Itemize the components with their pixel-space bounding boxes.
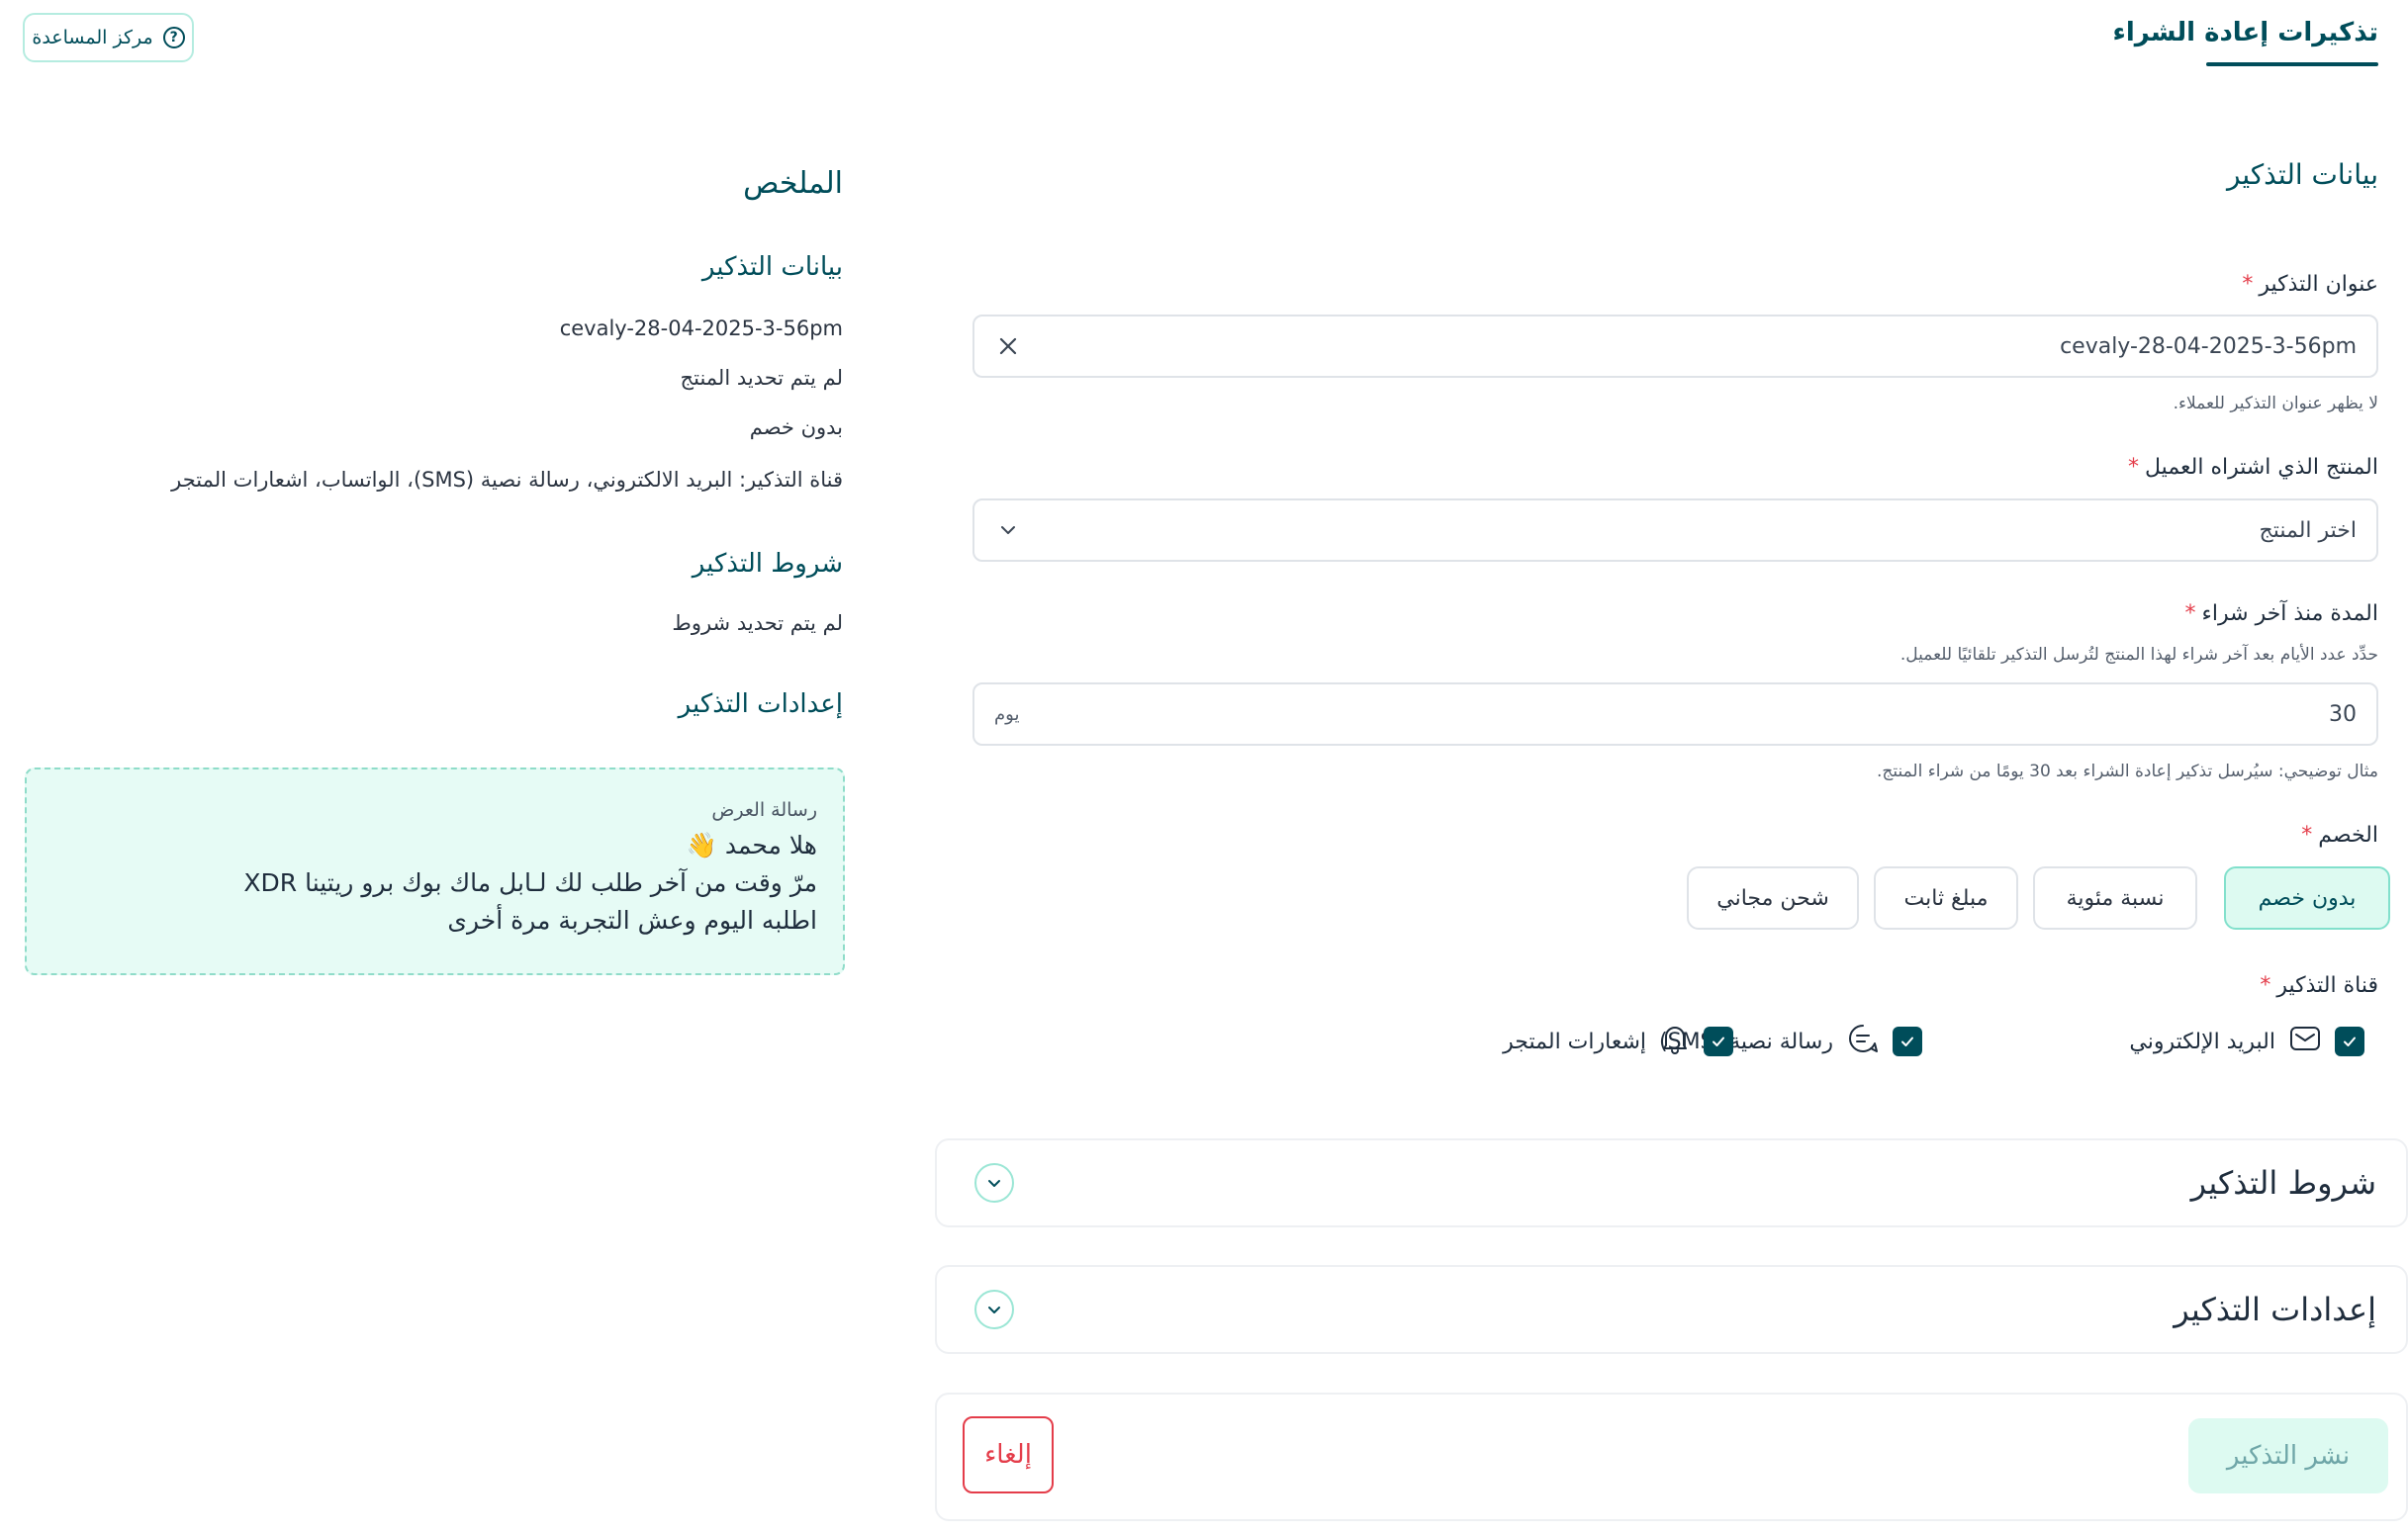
reminder-title-value: cevaly-28-04-2025-3-56pm bbox=[2060, 333, 2357, 359]
summary-reminder-title: cevaly-28-04-2025-3-56pm bbox=[559, 316, 843, 340]
discount-option-percentage[interactable]: نسبة مئوية bbox=[2033, 866, 2197, 930]
checkbox-checked-icon[interactable] bbox=[1704, 1027, 1733, 1056]
settings-accordion-title: إعدادات التذكير bbox=[2174, 1291, 2376, 1328]
chevron-down-icon bbox=[994, 516, 1022, 544]
period-input[interactable]: 30 يوم bbox=[972, 682, 2378, 746]
reminder-title-input[interactable]: cevaly-28-04-2025-3-56pm bbox=[972, 315, 2378, 378]
discount-label: الخصم* bbox=[2301, 823, 2378, 848]
chevron-down-icon[interactable] bbox=[974, 1290, 1014, 1329]
help-circle-icon: ? bbox=[162, 27, 185, 48]
message-preview-line: هلا محمد 👋 bbox=[686, 831, 817, 859]
summary-discount: بدون خصم bbox=[749, 415, 843, 439]
channel-email-label: البريد الإلكتروني bbox=[2129, 1029, 2275, 1054]
product-label: المنتج الذي اشتراه العميل* bbox=[2128, 455, 2378, 480]
chevron-down-icon[interactable] bbox=[974, 1163, 1014, 1203]
message-preview-line: اطلبه اليوم وعش التجربة مرة أخرى bbox=[447, 906, 817, 935]
bell-icon bbox=[1660, 1023, 1690, 1060]
reminder-title-hint: لا يظهر عنوان التذكير للعملاء. bbox=[2173, 394, 2378, 413]
form-footer: نشر التذكير إلغاء bbox=[935, 1393, 2408, 1521]
summary-conditions-text: لم يتم تحديد شروط bbox=[672, 611, 843, 635]
page-title: تذكيرات إعادة الشراء bbox=[2112, 18, 2378, 47]
channel-option-email[interactable]: البريد الإلكتروني bbox=[2129, 1024, 2364, 1059]
message-preview-label: رسالة العرض bbox=[711, 799, 817, 821]
checkbox-checked-icon[interactable] bbox=[2335, 1027, 2364, 1056]
checkbox-checked-icon[interactable] bbox=[1893, 1027, 1922, 1056]
discount-option-fixed-amount[interactable]: مبلغ ثابت bbox=[1874, 866, 2018, 930]
summary-channel: قناة التذكير: البريد الالكتروني، رسالة ن… bbox=[171, 468, 843, 492]
channel-option-store-notifications[interactable]: إشعارات المتجر bbox=[1503, 1024, 1733, 1059]
summary-data-heading: بيانات التذكير bbox=[701, 252, 843, 282]
clear-icon[interactable] bbox=[994, 332, 1022, 360]
settings-accordion[interactable]: إعدادات التذكير bbox=[935, 1265, 2408, 1354]
message-preview: رسالة العرض هلا محمد 👋 مرّ وقت من آخر طل… bbox=[25, 768, 845, 975]
period-unit: يوم bbox=[994, 703, 1020, 725]
active-tab-indicator bbox=[2206, 62, 2378, 66]
chat-icon bbox=[1847, 1023, 1879, 1060]
conditions-accordion[interactable]: شروط التذكير bbox=[935, 1138, 2408, 1227]
product-select[interactable]: اختر المنتج bbox=[972, 498, 2378, 562]
conditions-accordion-title: شروط التذكير bbox=[2190, 1164, 2376, 1202]
period-label: المدة منذ آخر شراء* bbox=[2184, 601, 2378, 626]
publish-reminder-button[interactable]: نشر التذكير bbox=[2188, 1418, 2388, 1493]
summary-product: لم يتم تحديد المنتج bbox=[680, 366, 843, 390]
form-section-title: بيانات التذكير bbox=[2226, 158, 2378, 191]
reminder-title-label: عنوان التذكير* bbox=[2242, 272, 2378, 297]
cancel-button[interactable]: إلغاء bbox=[963, 1416, 1054, 1493]
product-placeholder: اختر المنتج bbox=[2259, 517, 2358, 543]
channel-store-notifications-label: إشعارات المتجر bbox=[1503, 1029, 1646, 1054]
period-example: مثال توضيحي: سيُرسل تذكير إعادة الشراء ب… bbox=[1876, 762, 2378, 781]
help-center-label: مركز المساعدة bbox=[32, 27, 153, 48]
discount-option-free-shipping[interactable]: شحن مجاني bbox=[1687, 866, 1859, 930]
summary-conditions-heading: شروط التذكير bbox=[692, 549, 843, 579]
envelope-icon bbox=[2289, 1025, 2321, 1058]
period-description: حدِّد عدد الأيام بعد آخر شراء لهذا المنت… bbox=[1899, 645, 2378, 665]
discount-option-none[interactable]: بدون خصم bbox=[2224, 866, 2390, 930]
summary-title: الملخص bbox=[743, 166, 843, 201]
help-center-button[interactable]: ? مركز المساعدة bbox=[23, 13, 194, 62]
channel-label: قناة التذكير* bbox=[2260, 973, 2378, 998]
period-value: 30 bbox=[2329, 701, 2357, 727]
message-preview-line: مرّ وقت من آخر طلب لك لـابل ماك بوك برو … bbox=[243, 868, 817, 897]
summary-settings-heading: إعدادات التذكير bbox=[678, 689, 843, 719]
